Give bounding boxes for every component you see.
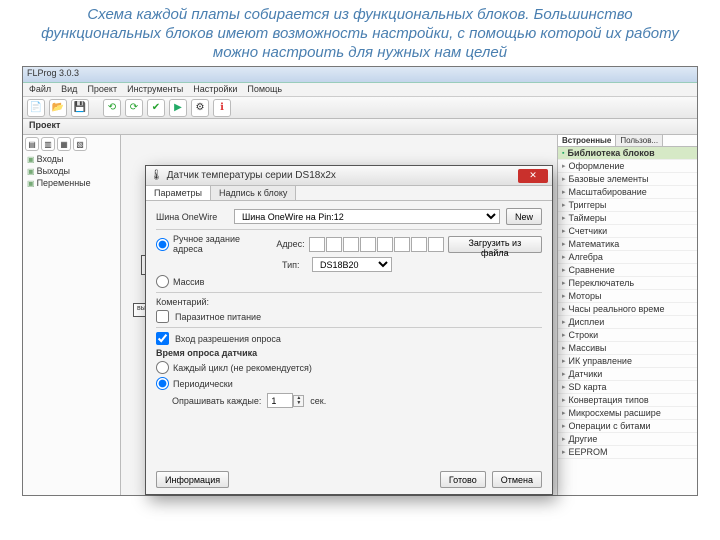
menu-view[interactable]: Вид <box>61 84 77 95</box>
library-item[interactable]: Строки <box>558 329 697 342</box>
cancel-button[interactable]: Отмена <box>492 471 542 488</box>
poll-enable-label: Вход разрешения опроса <box>175 334 281 344</box>
array-radio[interactable] <box>156 275 169 288</box>
lib-tab-builtin[interactable]: Встроенные <box>558 135 616 146</box>
app-titlebar: FLProg 3.0.3 <box>23 67 697 83</box>
tree-node-variables[interactable]: Переменные <box>25 177 118 189</box>
library-item[interactable]: Триггеры <box>558 199 697 212</box>
poll-time-heading: Время опроса датчика <box>156 348 257 358</box>
dialog-titlebar[interactable]: 🌡 Датчик температуры серии DS18x2x ✕ <box>146 166 552 186</box>
tab-label[interactable]: Надпись к блоку <box>211 186 296 200</box>
period-unit: сек. <box>310 396 326 406</box>
type-select[interactable]: DS18B20 <box>312 257 392 272</box>
menu-settings[interactable]: Настройки <box>193 84 237 95</box>
library-item[interactable]: EEPROM <box>558 446 697 459</box>
poll-enable-checkbox[interactable] <box>156 332 169 345</box>
run-icon[interactable]: ▶ <box>169 99 187 117</box>
comment-label: Коментарий: <box>156 297 228 307</box>
redo-icon[interactable]: ⟳ <box>125 99 143 117</box>
tab-params[interactable]: Параметры <box>146 186 211 200</box>
new-file-icon[interactable]: 📄 <box>27 99 45 117</box>
new-bus-button[interactable]: New <box>506 208 542 225</box>
addr-cell[interactable] <box>360 237 376 252</box>
dialog-title: Датчик температуры серии DS18x2x <box>167 170 336 181</box>
lib-tab-user[interactable]: Пользов... <box>616 135 663 146</box>
addr-cell[interactable] <box>411 237 427 252</box>
project-tree: ▤ ▥ ▦ ▧ Входы Выходы Переменные <box>23 135 121 495</box>
project-tab[interactable]: Проект <box>23 119 697 135</box>
array-label: Массив <box>173 277 204 287</box>
info-button[interactable]: Информация <box>156 471 229 488</box>
periodic-radio[interactable] <box>156 377 169 390</box>
close-icon[interactable]: ✕ <box>518 169 548 183</box>
library-item[interactable]: Масштабирование <box>558 186 697 199</box>
addr-cell[interactable] <box>428 237 444 252</box>
library-item[interactable]: Оформление <box>558 160 697 173</box>
parasite-power-label: Паразитное питание <box>175 312 261 322</box>
library-item[interactable]: Математика <box>558 238 697 251</box>
library-item[interactable]: Другие <box>558 433 697 446</box>
save-icon[interactable]: 💾 <box>71 99 89 117</box>
menu-file[interactable]: Файл <box>29 84 51 95</box>
undo-icon[interactable]: ⟲ <box>103 99 121 117</box>
tree-tool-icon[interactable]: ▤ <box>25 137 39 151</box>
settings-icon[interactable]: ⚙ <box>191 99 209 117</box>
sensor-config-dialog: 🌡 Датчик температуры серии DS18x2x ✕ Пар… <box>145 165 553 495</box>
periodic-label: Периодически <box>173 379 233 389</box>
library-item[interactable]: Дисплеи <box>558 316 697 329</box>
address-cells <box>309 237 444 252</box>
library-item[interactable]: Базовые элементы <box>558 173 697 186</box>
library-panel: Встроенные Пользов... Библиотека блоков … <box>557 135 697 495</box>
library-item[interactable]: Массивы <box>558 342 697 355</box>
every-cycle-radio[interactable] <box>156 361 169 374</box>
menu-bar: Файл Вид Проект Инструменты Настройки По… <box>23 83 697 97</box>
library-header: Библиотека блоков <box>558 147 697 160</box>
ask-every-label: Опрашивать каждые: <box>172 396 261 406</box>
tree-tool-icon[interactable]: ▦ <box>57 137 71 151</box>
toolbar: 📄 📂 💾 ⟲ ⟳ ✔ ▶ ⚙ ℹ <box>23 97 697 119</box>
period-input[interactable] <box>267 393 293 408</box>
library-item[interactable]: Часы реального време <box>558 303 697 316</box>
info-icon[interactable]: ℹ <box>213 99 231 117</box>
library-item[interactable]: Датчики <box>558 368 697 381</box>
address-label: Адрес: <box>276 239 304 249</box>
library-item[interactable]: Операции с битами <box>558 420 697 433</box>
bus-select[interactable]: Шина OneWire на Pin:12 <box>234 209 500 224</box>
compile-icon[interactable]: ✔ <box>147 99 165 117</box>
tree-node-inputs[interactable]: Входы <box>25 153 118 165</box>
library-item[interactable]: Моторы <box>558 290 697 303</box>
sensor-icon: 🌡 <box>150 170 163 181</box>
slide-title: Схема каждой платы собирается из функцио… <box>0 0 720 66</box>
addr-cell[interactable] <box>343 237 359 252</box>
library-item[interactable]: Счетчики <box>558 225 697 238</box>
bus-label: Шина OneWire <box>156 212 228 222</box>
library-item[interactable]: Алгебра <box>558 251 697 264</box>
manual-address-radio[interactable] <box>156 238 169 251</box>
menu-project[interactable]: Проект <box>87 84 117 95</box>
load-from-file-button[interactable]: Загрузить из файла <box>448 236 542 253</box>
spinner-arrows[interactable]: ▲▼ <box>293 395 304 407</box>
library-item[interactable]: Сравнение <box>558 264 697 277</box>
addr-cell[interactable] <box>326 237 342 252</box>
addr-cell[interactable] <box>309 237 325 252</box>
library-item[interactable]: Таймеры <box>558 212 697 225</box>
library-item[interactable]: Переключатель <box>558 277 697 290</box>
every-cycle-label: Каждый цикл (не рекомендуется) <box>173 363 312 373</box>
open-icon[interactable]: 📂 <box>49 99 67 117</box>
menu-tools[interactable]: Инструменты <box>127 84 183 95</box>
manual-address-label: Ручное задание адреса <box>173 234 264 254</box>
tree-node-outputs[interactable]: Выходы <box>25 165 118 177</box>
addr-cell[interactable] <box>394 237 410 252</box>
tree-tool-icon[interactable]: ▧ <box>73 137 87 151</box>
library-item[interactable]: SD карта <box>558 381 697 394</box>
ok-button[interactable]: Готово <box>440 471 486 488</box>
library-item[interactable]: Микросхемы расшире <box>558 407 697 420</box>
parasite-power-checkbox[interactable] <box>156 310 169 323</box>
library-item[interactable]: ИК управление <box>558 355 697 368</box>
menu-help[interactable]: Помощь <box>247 84 282 95</box>
addr-cell[interactable] <box>377 237 393 252</box>
library-item[interactable]: Конвертация типов <box>558 394 697 407</box>
type-label: Тип: <box>282 260 306 270</box>
tree-tool-icon[interactable]: ▥ <box>41 137 55 151</box>
